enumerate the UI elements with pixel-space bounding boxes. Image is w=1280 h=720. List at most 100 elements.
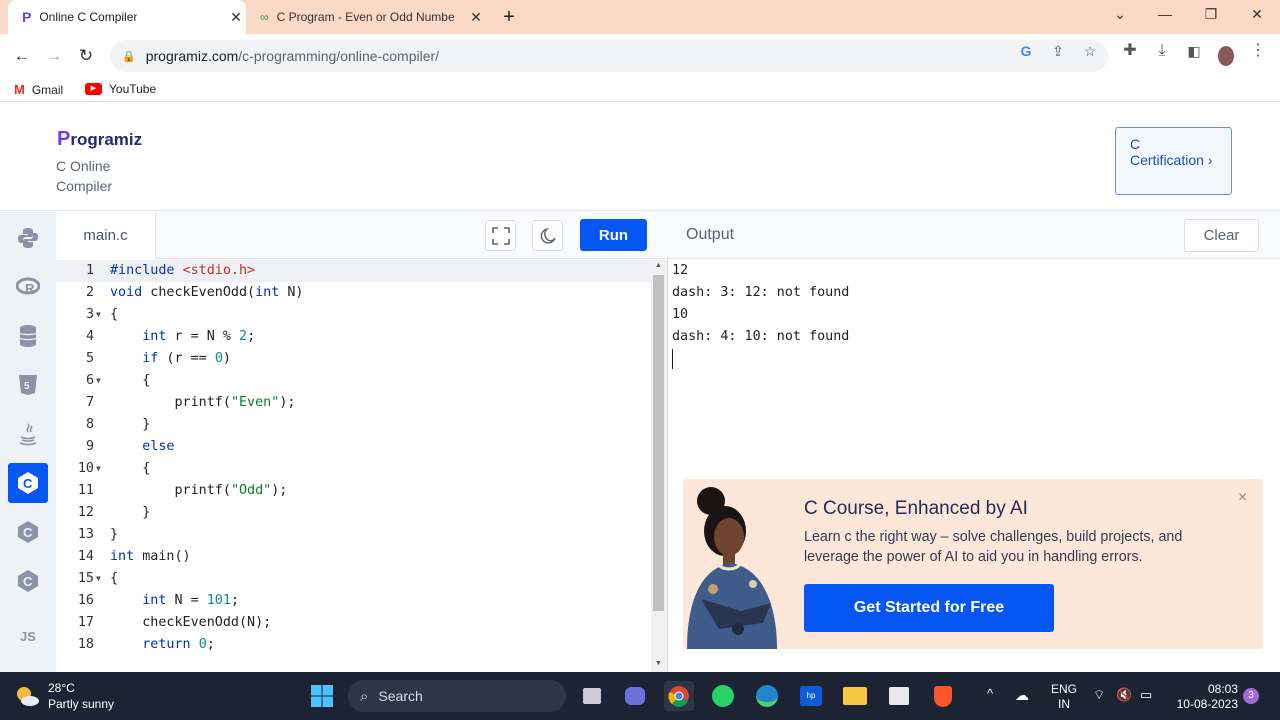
battery-icon[interactable]: ▭ — [1140, 687, 1152, 702]
clear-button[interactable]: Clear — [1184, 219, 1259, 252]
browser-toolbar: ← → ↻ 🔒 programiz.com/c-programming/onli… — [0, 34, 1280, 78]
address-bar[interactable]: 🔒 programiz.com/c-programming/online-com… — [110, 40, 1108, 72]
fullscreen-icon[interactable] — [485, 220, 516, 251]
reload-icon[interactable]: ↻ — [74, 44, 98, 68]
html-icon[interactable]: 5 — [8, 365, 48, 405]
restore-icon[interactable]: ❐ — [1199, 6, 1223, 26]
svg-text:C: C — [23, 476, 33, 491]
taskbar-search[interactable]: ⌕ Search — [348, 680, 566, 712]
scrollbar-thumb[interactable] — [653, 275, 664, 611]
code-line: 7 printf("Even"); — [85, 395, 296, 410]
temperature: 28°C — [48, 681, 75, 695]
c-certification-button[interactable]: C Certification › — [1115, 127, 1232, 195]
windows-start-icon[interactable] — [307, 681, 337, 711]
fold-chevron-icon[interactable]: ▼ — [96, 304, 108, 326]
editor-header: main.c Run — [56, 212, 668, 259]
task-view-icon[interactable] — [577, 681, 607, 711]
tab-search-chevron-icon[interactable]: ⌄ — [1108, 6, 1132, 26]
myhp-icon[interactable]: hp — [796, 681, 826, 711]
whatsapp-icon[interactable] — [708, 681, 738, 711]
code-line: 2 void checkEvenOdd(int N) — [85, 285, 304, 300]
chrome-icon[interactable] — [664, 681, 694, 711]
file-explorer-icon[interactable] — [840, 681, 870, 711]
java-icon[interactable] — [8, 414, 48, 454]
code-line: 11 printf("Odd"); — [77, 483, 288, 498]
bookmark-youtube[interactable]: ▶ YouTube — [85, 82, 156, 96]
scroll-up-icon[interactable]: ▲ — [655, 262, 662, 269]
brave-icon[interactable] — [928, 681, 958, 711]
speaker-muted-icon[interactable]: 🔇 — [1116, 687, 1132, 702]
share-icon[interactable]: ⇪ — [1049, 42, 1067, 60]
dark-mode-moon-icon[interactable] — [532, 220, 563, 251]
editor-scrollbar[interactable]: ▲ ▼ — [651, 260, 667, 672]
r-icon[interactable]: R — [8, 267, 48, 307]
close-tab-icon[interactable]: ✕ — [466, 9, 486, 26]
onedrive-cloud-icon[interactable]: ☁ — [1015, 688, 1029, 703]
teams-chat-icon[interactable] — [620, 681, 650, 711]
language-indicator[interactable]: ENG IN — [1048, 682, 1080, 712]
site-header: Programiz C Online Compiler C Certificat… — [0, 108, 1280, 211]
menu-kebab-icon[interactable]: ⋮ — [1249, 42, 1267, 60]
code-line: 15 ▼{ — [56, 568, 651, 590]
file-tab-main-c[interactable]: main.c — [56, 212, 156, 259]
tab-even-odd-program[interactable]: ∞ C Program - Even or Odd Numbe ✕ — [250, 0, 486, 34]
new-tab-icon[interactable]: + — [498, 7, 520, 27]
csharp-icon[interactable]: C — [8, 561, 48, 601]
bookmarks-bar: M Gmail ▶ YouTube — [0, 78, 1280, 102]
svg-text:5: 5 — [24, 381, 30, 392]
c-icon[interactable]: C — [8, 463, 48, 503]
download-icon[interactable]: ⤓ — [1153, 42, 1171, 60]
gmail-icon: M — [14, 82, 25, 97]
code-line: 8 } — [85, 417, 151, 432]
code-area[interactable]: 1 #include <stdio.h> 2 void checkEvenOdd(i… — [56, 260, 651, 670]
code-line: 3 ▼{ — [56, 304, 651, 326]
run-button[interactable]: Run — [580, 219, 647, 251]
edge-icon[interactable] — [752, 681, 782, 711]
svg-text:R: R — [25, 281, 35, 296]
output-title: Output — [686, 226, 735, 243]
back-icon[interactable]: ← — [10, 44, 34, 68]
js-icon[interactable]: JS — [8, 616, 48, 656]
cpp-icon[interactable]: C — [8, 512, 48, 552]
fold-chevron-icon[interactable]: ▼ — [96, 370, 108, 392]
sql-icon[interactable] — [8, 316, 48, 356]
close-window-icon[interactable]: ✕ — [1245, 6, 1269, 26]
fold-chevron-icon[interactable]: ▼ — [96, 568, 108, 590]
microsoft-store-icon[interactable] — [884, 681, 914, 711]
bookmark-label: Gmail — [31, 82, 64, 97]
search-placeholder: Search — [378, 688, 423, 704]
course-ad-banner: C Course, Enhanced by AI Learn c the rig… — [683, 479, 1263, 649]
profile-avatar[interactable] — [1218, 46, 1234, 66]
close-ad-icon[interactable]: × — [1238, 489, 1247, 507]
forward-icon[interactable]: → — [42, 44, 66, 68]
bookmark-label: YouTube — [109, 82, 157, 96]
code-line: 4 int r = N % 2; — [85, 329, 256, 344]
ad-title: C Course, Enhanced by AI — [804, 498, 1028, 519]
minimize-icon[interactable]: — — [1153, 6, 1177, 26]
code-line: 9 else — [85, 439, 175, 454]
bookmark-gmail[interactable]: M Gmail — [14, 82, 63, 97]
notification-badge[interactable]: 3 — [1243, 688, 1259, 704]
url-path: /c-programming/online-compiler/ — [238, 48, 440, 64]
weather-widget[interactable]: 28°C Partly sunny — [14, 680, 114, 712]
scroll-down-icon[interactable]: ▼ — [655, 660, 662, 667]
get-started-button[interactable]: Get Started for Free — [804, 584, 1054, 632]
tab-online-c-compiler[interactable]: P Online C Compiler ✕ — [8, 0, 246, 34]
show-hidden-icons-chevron-icon[interactable]: ^ — [987, 686, 993, 701]
code-line: 5 if (r == 0) — [85, 351, 231, 366]
wifi-icon[interactable]: ⌔ — [1093, 687, 1105, 702]
output-line: 10 — [672, 307, 689, 322]
partly-sunny-icon — [17, 687, 39, 706]
close-tab-icon[interactable]: ✕ — [226, 9, 246, 26]
extensions-icon[interactable]: ✚ — [1121, 42, 1139, 60]
python-icon[interactable] — [8, 218, 48, 258]
browser-tab-bar: P Online C Compiler ✕ ∞ C Program - Even… — [0, 0, 1280, 34]
bookmark-star-icon[interactable]: ☆ — [1081, 42, 1099, 60]
fold-chevron-icon[interactable]: ▼ — [96, 458, 108, 480]
programiz-logo[interactable]: Programiz — [57, 128, 142, 151]
google-lens-icon[interactable]: G — [1017, 42, 1035, 60]
clock[interactable]: 08:03 10-08-2023 — [1170, 682, 1238, 712]
side-panel-icon[interactable]: ◧ — [1185, 42, 1203, 60]
language-sidebar: R 5 C C C JS — [0, 212, 56, 672]
output-console[interactable]: 12 dash: 3: 12: not found 10 dash: 4: 10… — [672, 260, 849, 348]
